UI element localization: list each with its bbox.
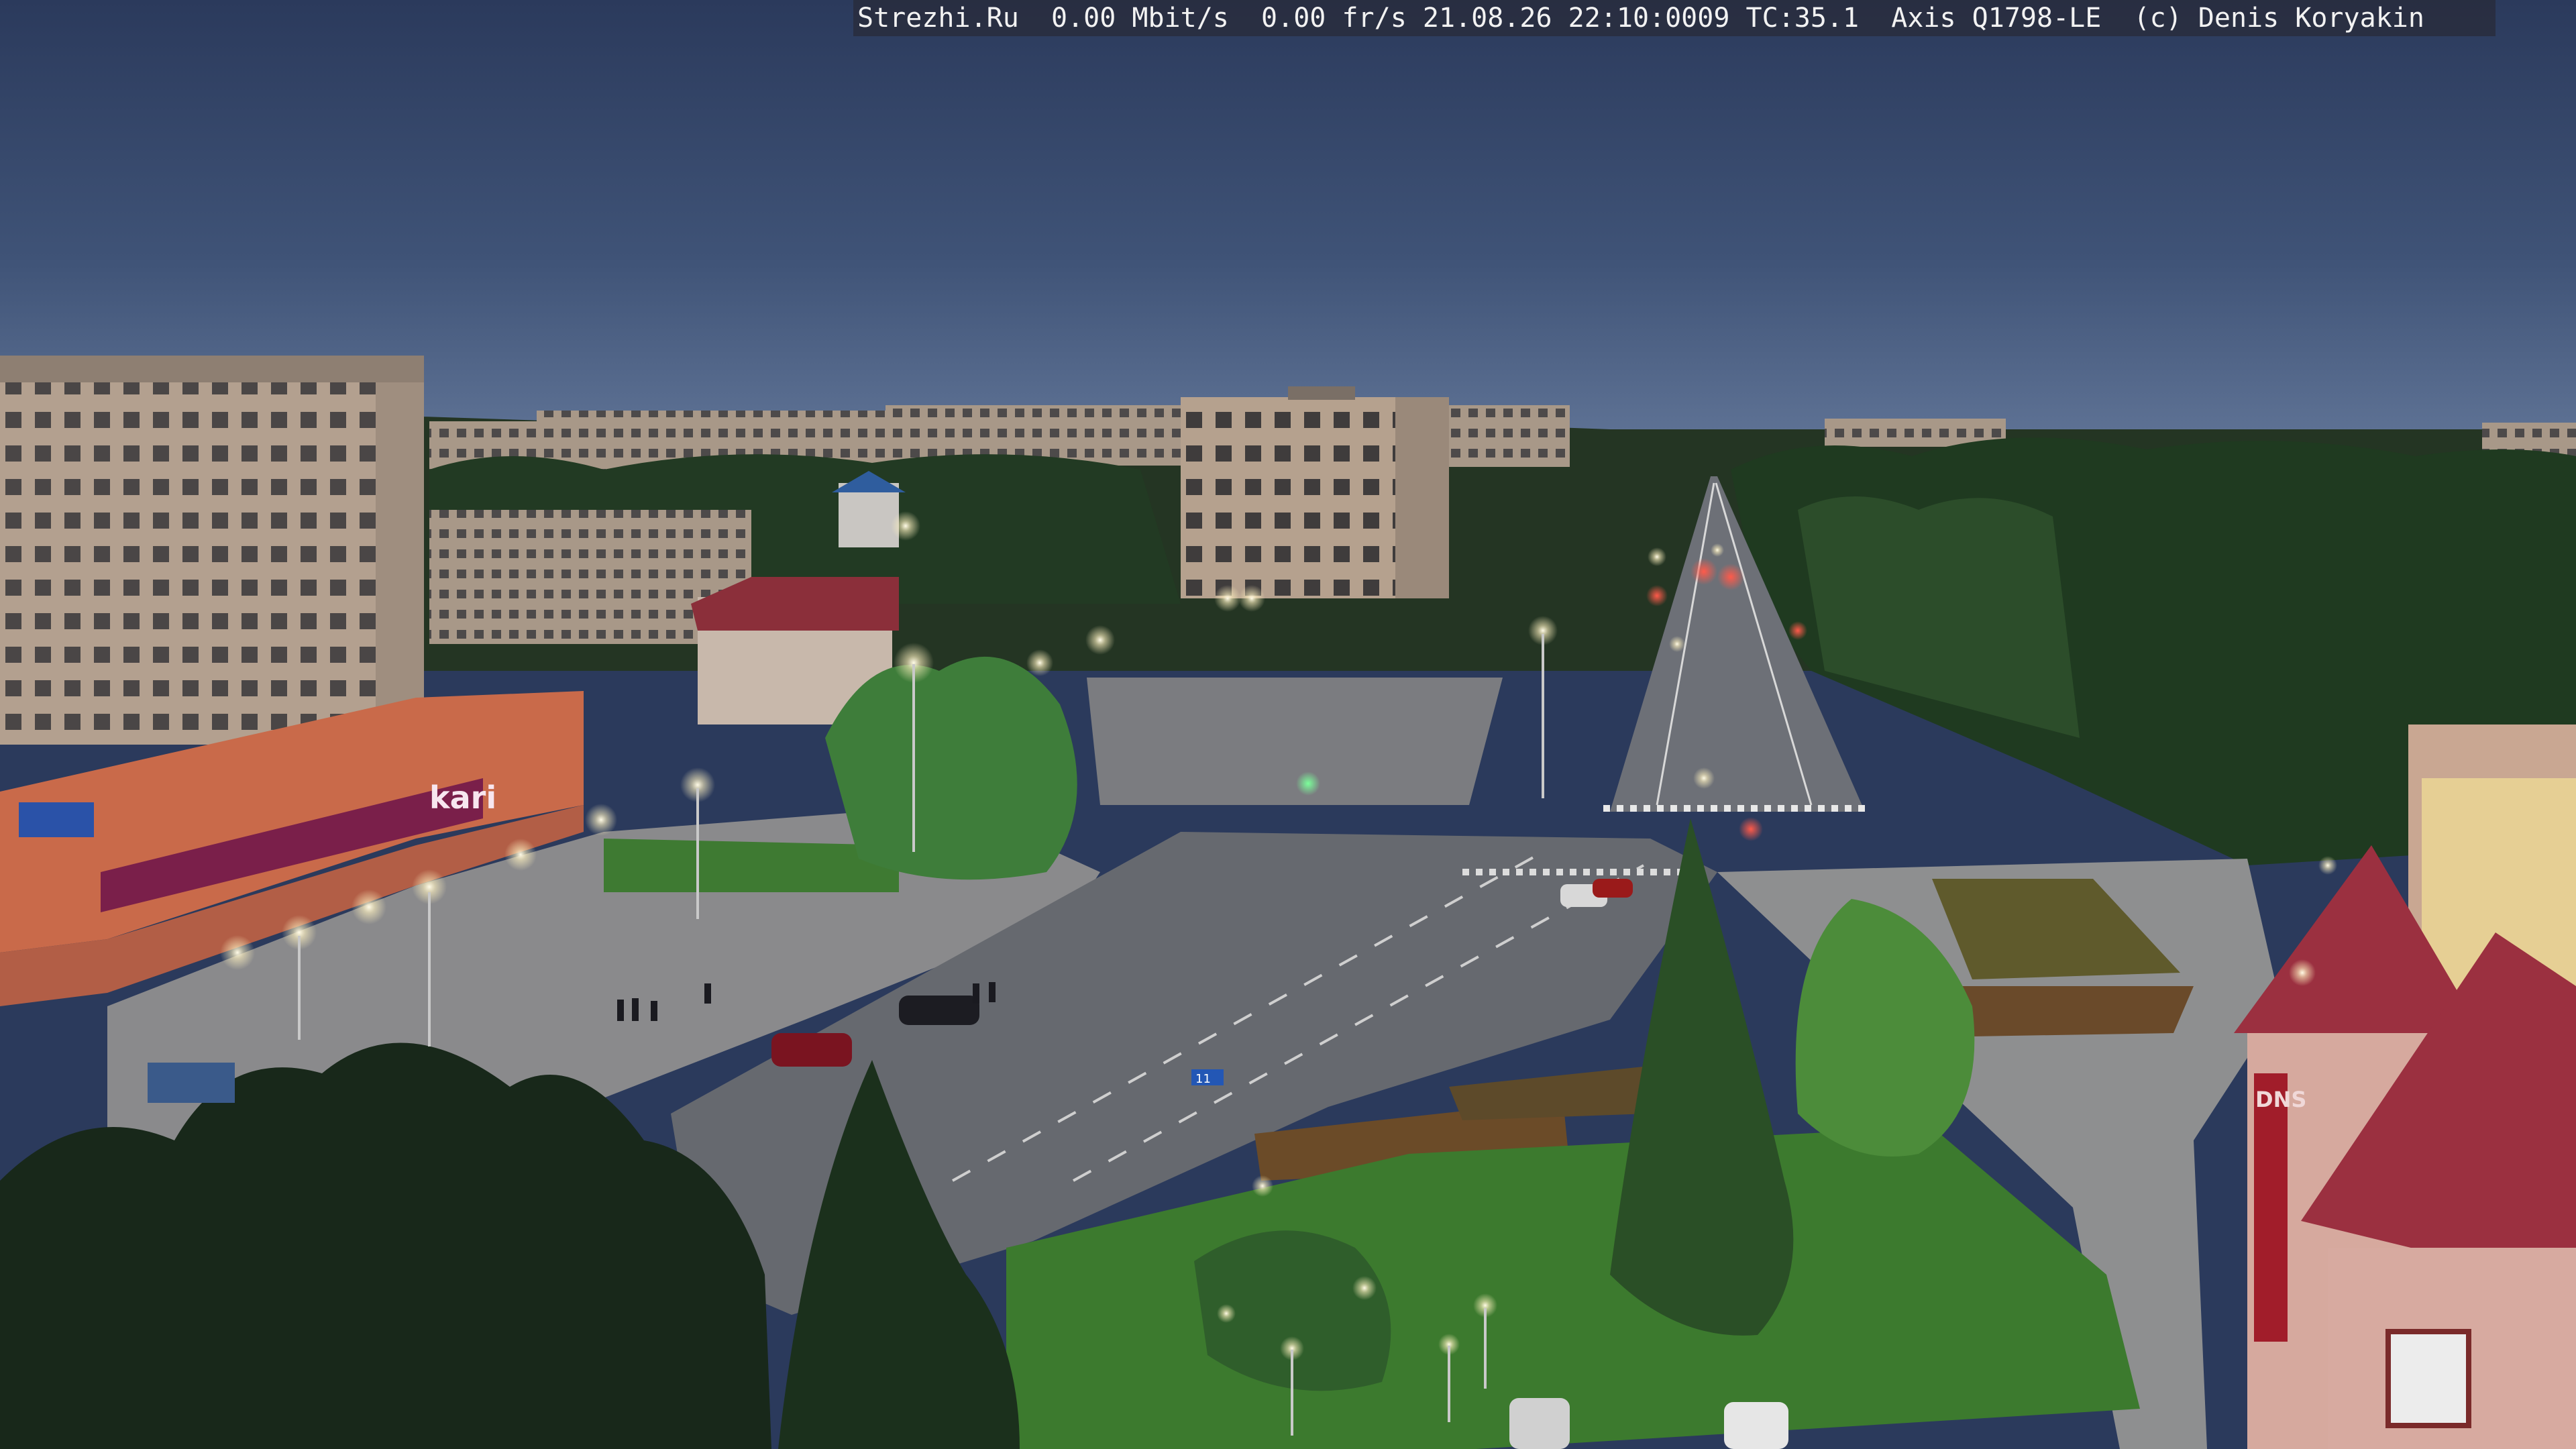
green-trees-center [825, 656, 1077, 880]
webcam-scene: kari DNS 11 [0, 0, 2576, 1449]
upper-square [1087, 678, 1503, 805]
center-tower-side [1395, 397, 1449, 598]
left-panel-building [0, 356, 424, 745]
truck [148, 1063, 235, 1103]
lamp [1238, 585, 1265, 612]
car [899, 996, 979, 1025]
lamp [1648, 547, 1666, 566]
flowerbed-4 [1449, 1067, 1650, 1120]
car-lights [1646, 585, 1668, 606]
lamp [1026, 649, 1053, 676]
lamp [220, 935, 255, 970]
flowerbed-2 [1959, 986, 2194, 1036]
car-lights [1690, 558, 1717, 585]
dns-window [2385, 1329, 2471, 1428]
traffic-light [1296, 771, 1320, 796]
road-sign-label: 11 [1195, 1072, 1211, 1086]
lamp [2318, 856, 2337, 875]
dns-sign-vertical [2254, 1073, 2288, 1342]
center-tower-annex [1449, 405, 1570, 466]
tower-roof-structure [1288, 386, 1355, 400]
lamp [891, 511, 920, 541]
lamp [1252, 1175, 1273, 1197]
store-sign: kari [429, 780, 496, 816]
lamp [1214, 585, 1241, 612]
lamp [1711, 543, 1724, 557]
camera-overlay-text: Strezhi.Ru 0.00 Mbit/s 0.00 fr/s 21.08.2… [853, 0, 2496, 36]
car [1509, 1398, 1570, 1449]
car-lights [1717, 564, 1744, 590]
left-panel-roof [0, 356, 424, 382]
car [771, 1033, 852, 1067]
lamp [1352, 1276, 1377, 1300]
lamp [352, 890, 386, 924]
traffic-light [1788, 621, 1807, 640]
car-lights [1693, 767, 1715, 789]
lamp [2289, 959, 2316, 986]
lamp [504, 839, 537, 871]
traffic-light [1739, 817, 1763, 841]
car [1593, 879, 1633, 898]
lamp [585, 804, 617, 836]
lamp [1085, 625, 1115, 655]
car-lights [1669, 636, 1685, 652]
white-tower [839, 483, 899, 547]
car [1724, 1402, 1788, 1449]
plaza-lawn [604, 839, 899, 892]
blue-sign [19, 802, 94, 837]
left-panel-shade [376, 382, 424, 738]
lamp [1217, 1304, 1236, 1323]
store-sign-right: DNS [2255, 1087, 2306, 1112]
